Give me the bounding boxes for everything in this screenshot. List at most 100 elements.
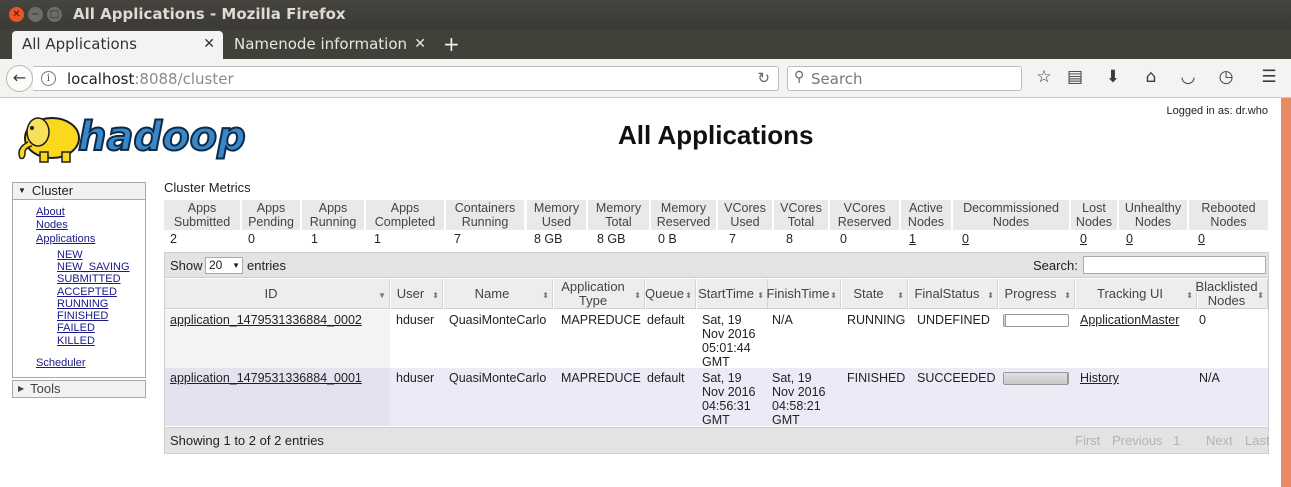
cell-start: Sat, 19 Nov 2016 05:01:44 GMT (702, 313, 756, 369)
sidebar-tools-header[interactable]: ▶ Tools (12, 380, 146, 398)
reading-list-icon[interactable]: ▤ (1064, 67, 1086, 87)
metric-header: VCores Used (718, 200, 773, 230)
show-label: Show (170, 258, 203, 273)
sort-desc-icon: ▼ (378, 291, 386, 300)
search-icon: ⚲ (794, 69, 805, 85)
new-tab-icon[interactable]: + (443, 31, 460, 57)
column-header[interactable]: ID ▼ (165, 279, 390, 309)
cell-finish: N/A (772, 313, 793, 327)
tab-label: Namenode information (234, 35, 408, 53)
sidebar-state-running[interactable]: RUNNING (57, 298, 108, 310)
page-size-value: 20 (209, 258, 223, 272)
metric-header: VCores Total (774, 200, 829, 230)
metric-header: Apps Running (302, 200, 365, 230)
metric-value: 0 B (658, 232, 677, 246)
metric-value: 1 (374, 232, 381, 246)
sidebar-state-submitted[interactable]: SUBMITTED (57, 273, 121, 285)
download-icon[interactable]: ⬇ (1102, 67, 1124, 87)
tab-close-icon[interactable]: ✕ (414, 31, 426, 58)
cell-tracking[interactable]: History (1080, 368, 1119, 385)
metric-value[interactable]: 1 (909, 232, 916, 246)
showing-entries-text: Showing 1 to 2 of 2 entries (170, 433, 324, 448)
column-header[interactable]: User ⬍ (391, 279, 443, 309)
menu-hamburger-icon[interactable]: ☰ (1258, 67, 1280, 87)
history-clock-icon[interactable]: ◷ (1215, 67, 1237, 87)
cell-type: MAPREDUCE (561, 313, 641, 327)
svg-text:hadoop: hadoop (78, 114, 246, 160)
column-header[interactable]: Tracking UI ⬍ (1076, 279, 1197, 309)
column-header[interactable]: StartTime ⬍ (697, 279, 768, 309)
progress-bar (1003, 314, 1069, 327)
info-icon[interactable]: i (41, 71, 56, 86)
metric-header: Apps Submitted (164, 200, 241, 230)
sort-icon: ⬍ (432, 291, 439, 300)
home-icon[interactable]: ⌂ (1140, 67, 1162, 87)
tab-namenode-information[interactable]: Namenode information ✕ (224, 31, 434, 59)
sort-icon: ⬍ (897, 291, 904, 300)
page-edge-strip (1281, 98, 1291, 487)
metric-header: Memory Total (588, 200, 650, 230)
table-search-input[interactable] (1083, 256, 1266, 274)
pager-next-button[interactable]: Next (1206, 433, 1233, 448)
metric-header: Lost Nodes (1071, 200, 1118, 230)
tab-close-icon[interactable]: ✕ (203, 31, 215, 58)
metric-value[interactable]: 0 (1080, 232, 1087, 246)
sidebar-link-nodes[interactable]: Nodes (36, 219, 68, 231)
sidebar-link-about[interactable]: About (36, 206, 65, 218)
sidebar-state-accepted[interactable]: ACCEPTED (57, 286, 117, 298)
back-arrow-icon[interactable]: ← (6, 65, 33, 92)
metric-header: Memory Used (527, 200, 587, 230)
column-header[interactable]: State ⬍ (842, 279, 908, 309)
cell-queue: default (647, 371, 685, 385)
cell-final: SUCCEEDED (917, 371, 996, 385)
metric-value: 7 (454, 232, 461, 246)
column-header[interactable]: FinishTime ⬍ (766, 279, 841, 309)
sidebar-state-finished[interactable]: FINISHED (57, 310, 108, 322)
bookmark-star-icon[interactable]: ☆ (1033, 67, 1055, 87)
progress-fill (1004, 315, 1006, 326)
pager-last-button[interactable]: Last (1245, 433, 1270, 448)
applications-table: Show 20 ▼ entries Search: ID ▼ User ⬍ Name ⬍ A… (164, 252, 1270, 454)
sidebar-link-applications[interactable]: Applications (36, 233, 95, 245)
metric-header: Unhealthy Nodes (1119, 200, 1188, 230)
window-close-button[interactable]: ✕ (9, 7, 24, 22)
column-header[interactable]: Name ⬍ (444, 279, 553, 309)
column-header[interactable]: Progress ⬍ (999, 279, 1075, 309)
window-maximize-button[interactable]: □ (47, 7, 62, 22)
cell-id[interactable]: application_1479531336884_0002 (165, 310, 390, 368)
sidebar-cluster-header[interactable]: ▼ Cluster (12, 182, 146, 200)
column-header[interactable]: Application Type ⬍ (554, 279, 645, 309)
sidebar-state-new[interactable]: NEW (57, 249, 83, 261)
page-size-select[interactable]: 20 ▼ (205, 257, 243, 274)
cell-finish: Sat, 19 Nov 2016 04:58:21 GMT (772, 371, 826, 427)
metric-value[interactable]: 0 (1198, 232, 1205, 246)
tab-all-applications[interactable]: All Applications ✕ (12, 31, 223, 59)
column-header[interactable]: Blacklisted Nodes ⬍ (1195, 279, 1268, 309)
triangle-right-icon: ▶ (18, 384, 25, 393)
cell-tracking[interactable]: ApplicationMaster (1080, 310, 1179, 327)
column-header[interactable]: Queue ⬍ (645, 279, 696, 309)
sidebar-state-failed[interactable]: FAILED (57, 322, 95, 334)
pager-first-button[interactable]: First (1075, 433, 1100, 448)
cell-id[interactable]: application_1479531336884_0001 (165, 368, 390, 426)
cell-queue: default (647, 313, 685, 327)
metric-header: Decommissioned Nodes (953, 200, 1070, 230)
cluster-metrics-title: Cluster Metrics (164, 180, 251, 195)
cell-state: FINISHED (847, 371, 906, 385)
url-bar[interactable]: i localhost:8088/cluster ↻ (33, 66, 779, 91)
pager-previous-button[interactable]: Previous (1112, 433, 1163, 448)
tab-strip: All Applications ✕ Namenode information … (0, 29, 1291, 59)
sort-icon: ⬍ (987, 291, 994, 300)
pocket-icon[interactable]: ◡ (1177, 67, 1199, 87)
window-minimize-button[interactable]: − (28, 7, 43, 22)
search-input[interactable]: ⚲ Search (787, 66, 1022, 91)
sidebar-link-scheduler[interactable]: Scheduler (36, 357, 86, 369)
sidebar-state-new-saving[interactable]: NEW_SAVING (57, 261, 130, 273)
reload-icon[interactable]: ↻ (757, 69, 770, 87)
metric-value[interactable]: 0 (1126, 232, 1133, 246)
cluster-metrics-table: Apps Submitted 2 Apps Pending 0 Apps Running 1 Ap… (164, 200, 1269, 250)
column-header[interactable]: FinalStatus ⬍ (909, 279, 998, 309)
pager-1-button[interactable]: 1 (1173, 433, 1180, 448)
sidebar-state-killed[interactable]: KILLED (57, 335, 95, 347)
metric-value[interactable]: 0 (962, 232, 969, 246)
